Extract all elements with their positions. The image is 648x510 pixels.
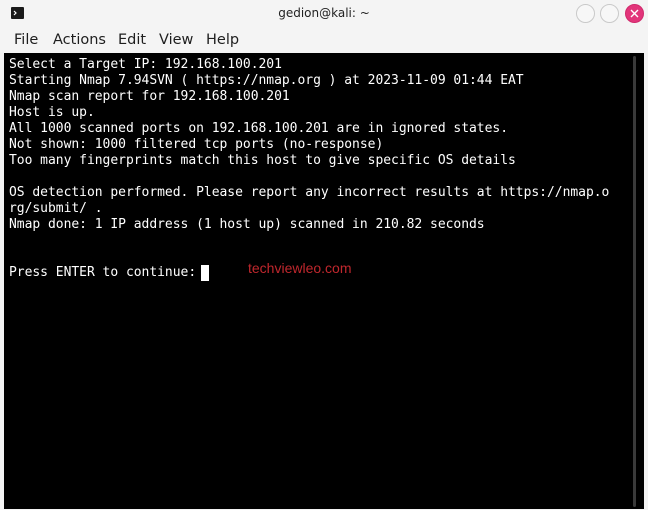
close-icon — [630, 9, 639, 18]
menu-view[interactable]: View — [159, 32, 193, 48]
terminal-line: All 1000 scanned ports on 192.168.100.20… — [9, 121, 508, 136]
maximize-button[interactable] — [600, 4, 619, 23]
terminal-prompt: Press ENTER to continue: — [9, 265, 197, 280]
menu-actions[interactable]: Actions — [53, 32, 106, 48]
scrollbar[interactable] — [633, 56, 636, 507]
terminal-line: Starting Nmap 7.94SVN ( https://nmap.org… — [9, 73, 524, 88]
terminal-line: Host is up. — [9, 105, 95, 120]
terminal-line: rg/submit/ . — [9, 201, 103, 216]
terminal-window: gedion@kali: ~ File Actions Edit View He… — [0, 0, 648, 510]
terminal-line: Too many fingerprints match this host to… — [9, 153, 516, 168]
menu-edit[interactable]: Edit — [118, 32, 146, 48]
terminal-line: Nmap done: 1 IP address (1 host up) scan… — [9, 217, 485, 232]
terminal-line: Nmap scan report for 192.168.100.201 — [9, 89, 290, 104]
menu-bar: File Actions Edit View Help — [0, 29, 648, 53]
menu-file[interactable]: File — [14, 32, 38, 48]
terminal-output[interactable]: Select a Target IP: 192.168.100.201 Star… — [4, 53, 644, 509]
minimize-button[interactable] — [576, 4, 595, 23]
terminal-line: Select a Target IP: 192.168.100.201 — [9, 57, 282, 72]
text-cursor — [201, 265, 209, 281]
menu-help[interactable]: Help — [206, 32, 239, 48]
window-title: gedion@kali: ~ — [278, 6, 370, 20]
close-button[interactable] — [625, 4, 644, 23]
watermark: techviewleo.com — [248, 260, 352, 276]
terminal-line: Not shown: 1000 filtered tcp ports (no-r… — [9, 137, 384, 152]
title-bar[interactable]: gedion@kali: ~ — [0, 0, 648, 29]
terminal-line: OS detection performed. Please report an… — [9, 185, 610, 200]
